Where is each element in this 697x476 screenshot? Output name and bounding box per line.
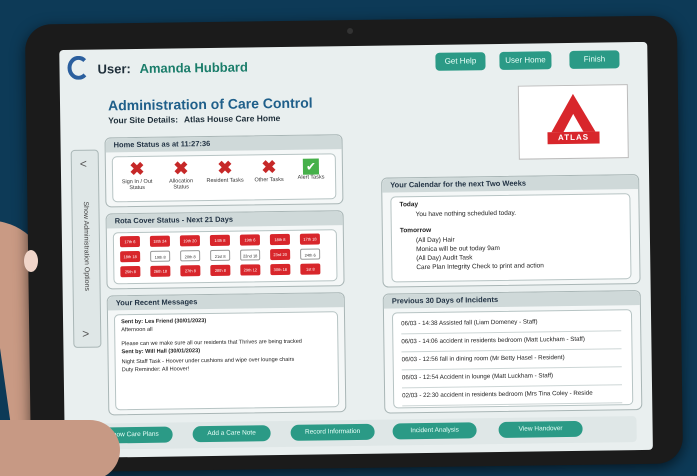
top-bar: User: Amanda Hubbard Get Help User Home … — [59, 42, 648, 90]
app-logo-icon — [67, 55, 90, 80]
rota-day-cell[interactable]: 23rd 20 — [270, 248, 291, 261]
bottom-action-bar: Show Care Plans Add a Care Note Record I… — [88, 416, 637, 450]
home-status-title: Home Status as at 11:27:36 — [105, 135, 342, 153]
user-home-button[interactable]: User Home — [499, 51, 552, 70]
user-label: User: — [97, 61, 131, 77]
other-tasks-status[interactable]: ✖ Other Tasks — [249, 157, 289, 184]
incidents-panel: Previous 30 Days of Incidents 06/03 - 14… — [382, 290, 643, 414]
incidents-list[interactable]: 06/03 - 14:38 Assisted fall (Liam Domene… — [391, 309, 634, 409]
get-help-button[interactable]: Get Help — [435, 52, 486, 71]
status-label: Sign In / Out Status — [121, 178, 153, 192]
rota-day-cell[interactable]: 29th 12 — [240, 264, 261, 276]
site-details: Your Site Details: Atlas House Care Home — [108, 113, 280, 125]
allocation-status[interactable]: ✖ Allocation Status — [161, 158, 201, 191]
status-label: Allocation Status — [169, 178, 194, 191]
calendar-list[interactable]: Today You have nothing scheduled today. … — [390, 193, 632, 283]
finish-button[interactable]: Finish — [569, 50, 620, 69]
rota-day-cell[interactable]: 19th 8 — [150, 250, 171, 262]
camera — [346, 27, 354, 35]
rota-day-cell[interactable]: 28th 8 — [210, 264, 231, 277]
fingernail — [24, 250, 38, 272]
incidents-title: Previous 30 Days of Incidents — [383, 291, 640, 309]
messages-list[interactable]: Sent by: Les Friend (30/01/2023) Afternoo… — [113, 311, 340, 411]
site-value: Atlas House Care Home — [183, 113, 281, 125]
home-status-panel: Home Status as at 11:27:36 ✖ Sign In / O… — [104, 134, 344, 208]
today-text: You have nothing scheduled today. — [415, 209, 517, 219]
calendar-item[interactable]: Monica will be out today 9am — [416, 245, 500, 253]
chevron-right-icon[interactable]: > — [82, 327, 89, 341]
rota-day-cell[interactable]: 17th 18 — [299, 233, 321, 245]
photo-frame: User: Amanda Hubbard Get Help User Home … — [0, 0, 697, 476]
rota-day-cell[interactable]: 24th 6 — [300, 248, 321, 260]
calendar-item[interactable]: (All Day) Hair — [416, 237, 455, 245]
tablet: User: Amanda Hubbard Get Help User Home … — [24, 15, 684, 473]
logo-triangle-inner — [563, 113, 584, 133]
add-care-note-button[interactable]: Add a Care Note — [192, 425, 271, 443]
status-label: Alert Tasks — [297, 174, 325, 181]
today-label: Today — [399, 201, 419, 209]
chevron-left-icon[interactable]: < — [80, 157, 87, 171]
rota-day-cell[interactable]: 27th 8 — [180, 265, 201, 277]
calendar-item[interactable]: Care Plan Integrity Check to print and a… — [416, 262, 544, 271]
rota-day-cell[interactable]: 14th 8 — [209, 234, 231, 247]
rota-day-cell[interactable]: 17th 6 — [119, 235, 141, 248]
calendar-panel: Your Calendar for the next Two Weeks Tod… — [381, 174, 641, 288]
administration-options-label: Show Administration Options — [81, 201, 91, 292]
messages-panel: Your Recent Messages Sent by: Les Friend… — [106, 292, 347, 416]
record-information-button[interactable]: Record Information — [290, 423, 375, 441]
calendar-item[interactable]: (All Day) Audit Task — [416, 254, 472, 262]
rota-day-cell[interactable]: 30th 18 — [270, 263, 291, 276]
resident-tasks-status[interactable]: ✖ Resident Tasks — [205, 158, 245, 185]
rota-day-cell[interactable]: 18th 18 — [120, 250, 141, 263]
screen: User: Amanda Hubbard Get Help User Home … — [59, 41, 653, 459]
messages-title: Your Recent Messages — [107, 293, 344, 311]
rota-day-cell[interactable]: 18th 8 — [269, 233, 291, 246]
logo-word: ATLAS — [547, 131, 600, 145]
message-text: Duty Reminder: All Hoover! — [121, 366, 190, 374]
cross-icon: ✖ — [129, 158, 145, 180]
home-status-inner: ✖ Sign In / Out Status ✖ Allocation Stat… — [111, 153, 337, 203]
administration-options-tab[interactable]: < Show Administration Options > — [70, 149, 102, 348]
incident-item[interactable]: 02/03 - 22:30 accident in residents bedr… — [402, 384, 623, 407]
rota-day-cell[interactable]: 22nd 18 — [240, 249, 261, 261]
rota-day-cell[interactable]: 1st 8 — [300, 263, 321, 275]
incident-analysis-button[interactable]: Incident Analysis — [392, 422, 477, 440]
rota-grid: 17th 6 18th 24 19th 20 14th 8 19th 6 18th 8 17… — [112, 229, 338, 285]
message-sender: Sent by: Will Hall (30/01/2023) — [121, 348, 201, 356]
message-text: Afternoon all — [121, 326, 153, 334]
view-handover-button[interactable]: View Handover — [498, 420, 583, 438]
cross-icon: ✖ — [261, 157, 277, 178]
rota-day-cell[interactable]: 19th 6 — [239, 234, 261, 246]
cross-icon: ✖ — [173, 158, 189, 179]
site-label: Your Site Details: — [108, 114, 179, 126]
status-label: Resident Tasks — [206, 177, 244, 185]
page-title: Administration of Care Control — [107, 94, 313, 114]
tomorrow-label: Tomorrow — [399, 226, 432, 235]
sign-in-out-status[interactable]: ✖ Sign In / Out Status — [117, 159, 157, 192]
rota-day-cell[interactable]: 20th 8 — [180, 250, 201, 262]
check-icon: ✔ — [302, 158, 320, 175]
calendar-title: Your Calendar for the next Two Weeks — [382, 175, 639, 193]
rota-day-cell[interactable]: 25th 8 — [120, 265, 141, 278]
rota-day-cell[interactable]: 26th 18 — [150, 265, 171, 277]
thumb — [0, 420, 120, 476]
rota-panel: Rota Cover Status - Next 21 Days 17th 61… — [105, 210, 345, 290]
rota-day-cell[interactable]: 21st 8 — [210, 249, 231, 262]
cross-icon: ✖ — [217, 157, 233, 178]
rota-day-cell[interactable]: 18th 24 — [149, 235, 171, 247]
atlas-logo: ATLAS — [517, 84, 629, 160]
rota-title: Rota Cover Status - Next 21 Days — [106, 211, 343, 229]
rota-day-cell[interactable]: 19th 20 — [179, 235, 201, 247]
alert-tasks-status[interactable]: ✔ Alert Tasks — [291, 156, 331, 181]
status-label: Other Tasks — [254, 176, 284, 184]
user-name: Amanda Hubbard — [139, 59, 248, 76]
